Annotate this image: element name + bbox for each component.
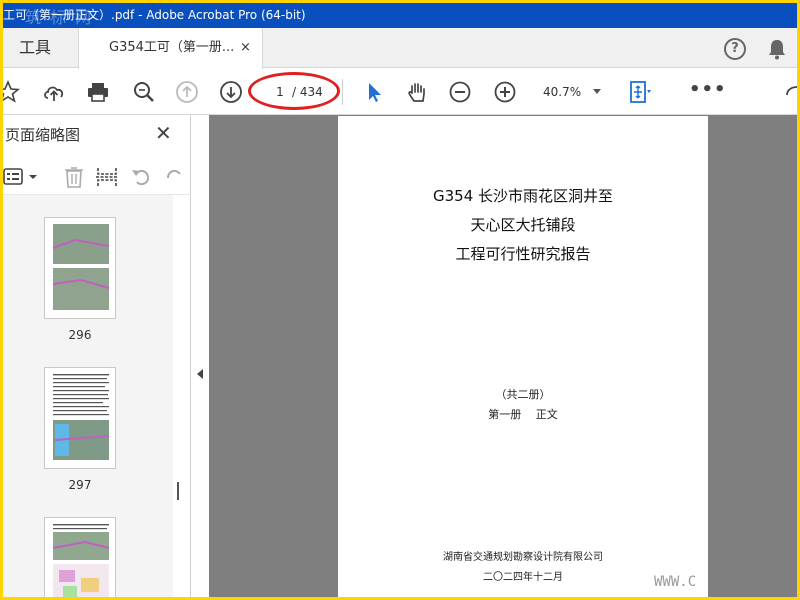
thumbnail-options-icon[interactable] <box>3 167 43 187</box>
toolbar-divider <box>342 79 343 105</box>
next-page-icon[interactable] <box>218 79 244 105</box>
rotate-right-icon[interactable] <box>163 165 187 189</box>
more-tools-icon[interactable]: ••• <box>689 79 727 101</box>
thumbnail-panel-title: 页面缩略图 <box>5 126 81 144</box>
doc-title-line-2: 天心区大托铺段 <box>470 216 576 234</box>
star-icon[interactable] <box>3 79 21 105</box>
thumbnail-label: 297 <box>68 478 92 492</box>
select-arrow-icon[interactable] <box>361 79 387 105</box>
tab-document[interactable]: G354工可（第一册... <box>78 28 263 69</box>
tab-tools[interactable]: 工具 <box>3 28 78 68</box>
thumbnail-toolbar <box>3 159 191 195</box>
hand-tool-icon[interactable] <box>404 79 430 105</box>
fit-page-icon[interactable] <box>627 79 653 105</box>
thumbnail-page[interactable] <box>44 367 116 469</box>
doc-title-line-3: 工程可行性研究报告 <box>455 245 591 263</box>
extract-pages-icon[interactable] <box>95 165 119 189</box>
corner-watermark: WWW.C <box>654 574 697 590</box>
tab-bar: 工具 G354工可（第一册... × ? <box>3 28 797 69</box>
thumbnail-scroll-thumb[interactable] <box>177 482 179 500</box>
main-toolbar: 1 / 434 40.7% ••• <box>3 69 797 115</box>
bell-icon[interactable] <box>767 38 787 60</box>
window-title-bar: 工可（第一册正文）.pdf - Adobe Acrobat Pro (64-bi… <box>3 3 797 28</box>
share-icon[interactable] <box>783 79 797 105</box>
collapse-panel-icon[interactable] <box>197 369 203 379</box>
acrobat-window: 工可（第一册正文）.pdf - Adobe Acrobat Pro (64-bi… <box>3 3 797 597</box>
page-number-annotation <box>248 72 340 110</box>
doc-institute: 湖南省交通规划勘察设计院有限公司 <box>443 552 603 563</box>
thumbnail-label: 296 <box>68 328 92 342</box>
zoom-level-select[interactable]: 40.7% <box>543 81 613 103</box>
rotate-left-icon[interactable] <box>129 165 153 189</box>
doc-volume-this: 第一册 正文 <box>488 408 558 421</box>
zoom-out-icon[interactable] <box>447 79 473 105</box>
zoom-dropdown-chevron-icon[interactable] <box>593 89 601 94</box>
overlay-watermark: 筑 标 网 <box>25 8 94 27</box>
help-icon[interactable]: ? <box>724 38 746 60</box>
doc-volume-total: （共二册） <box>495 388 551 401</box>
doc-date: 二〇二四年十二月 <box>483 572 563 583</box>
thumbnail-scrollbar[interactable] <box>173 211 185 597</box>
print-icon[interactable] <box>85 79 111 105</box>
doc-title-line-1: G354 长沙市雨花区洞井至 <box>432 187 614 205</box>
thumbnail-page[interactable] <box>44 217 116 319</box>
thumbnail-page[interactable] <box>44 517 116 597</box>
trash-icon[interactable] <box>63 165 85 189</box>
tab-document-label: G354工可（第一册... <box>109 40 235 55</box>
prev-page-icon[interactable] <box>174 79 200 105</box>
cloud-upload-icon[interactable] <box>41 79 67 105</box>
document-page[interactable]: G354 长沙市雨花区洞井至 天心区大托铺段 工程可行性研究报告 （共二册） 第… <box>338 116 708 597</box>
zoom-in-icon[interactable] <box>492 79 518 105</box>
tab-close-icon[interactable]: × <box>240 40 251 56</box>
thumbnail-panel: 页面缩略图 ✕ 296 297 <box>3 115 191 597</box>
close-panel-icon[interactable]: ✕ <box>155 121 172 145</box>
zoom-search-icon[interactable] <box>131 79 157 105</box>
panel-collapse-strip[interactable] <box>192 115 209 597</box>
